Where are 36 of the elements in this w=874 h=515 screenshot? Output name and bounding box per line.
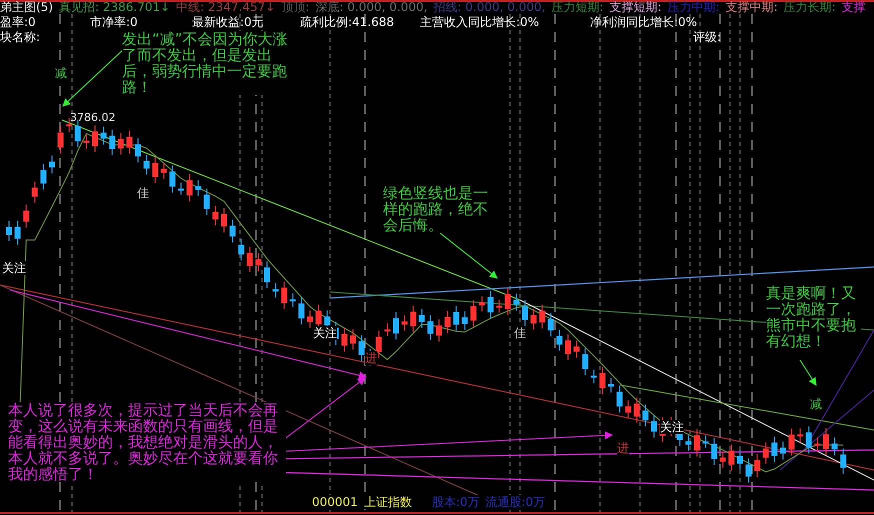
price-label: 3786.02 xyxy=(70,111,116,125)
info-field: 最新收益:0元 xyxy=(192,15,264,29)
stock-name: 上证指数 xyxy=(364,495,412,509)
share-capital: 股本:0万 xyxy=(432,495,480,509)
legend-item: 压力中期: xyxy=(668,0,720,14)
legend-item: 支撑短期: xyxy=(609,0,662,14)
float-shares: 流通股:0万 xyxy=(486,495,546,509)
legend-item: 招线: 0.000, 0.000, xyxy=(433,0,546,14)
legend-item: 弟主图(5) xyxy=(0,0,53,14)
signal-label: 减 xyxy=(55,66,67,80)
signal-label: 关注 xyxy=(313,326,337,340)
legend-item: 顶顶: xyxy=(281,0,310,14)
info-field: 盈率:0 xyxy=(0,15,36,29)
info-field: 主营收入同比增长:0% xyxy=(420,15,540,29)
annotation-text: 真是爽啊！又一次跑路了，熊市中不要抱有幻想！ xyxy=(766,285,861,349)
legend-item: 支撑 xyxy=(842,0,866,14)
stock-code: 000001 xyxy=(312,495,358,509)
legend-item: 压力长期: xyxy=(784,0,836,14)
signal-label: 佳 xyxy=(514,326,526,340)
signal-label: 佳 xyxy=(137,186,149,200)
legend-item: 真见招: 2386.701↓ xyxy=(59,0,170,14)
info-field: 块名称: xyxy=(0,30,40,44)
info-field: 评级: xyxy=(693,30,722,44)
info-field: 疏利比例:41.688 xyxy=(300,15,394,29)
legend-item: 深底: 0.000, 0.000, xyxy=(315,0,428,14)
info-field: 市净率:0 xyxy=(90,15,138,29)
legend-item: 中线: 2347.457↓ xyxy=(176,0,276,14)
signal-label: 进 xyxy=(365,351,377,365)
legend-item: 支撑中期: xyxy=(726,0,778,14)
legend-item: 压力短期: xyxy=(551,0,604,14)
signal-label: 关注 xyxy=(2,261,26,275)
signal-label: 关注 xyxy=(660,420,684,434)
signal-label: 进 xyxy=(617,441,629,455)
annotation-text: 本人说了很多次，提示过了当天后不会再变，这么说有未来函数的只有画线，但是能看得出奥妙的，我想绝对是滑头的人，本人就不多说了。奥妙尽在个这就要看你我的感悟了！ xyxy=(8,402,286,482)
info-field: 净利润同比增长:0% xyxy=(590,15,698,29)
signal-label: 减 xyxy=(810,397,822,411)
